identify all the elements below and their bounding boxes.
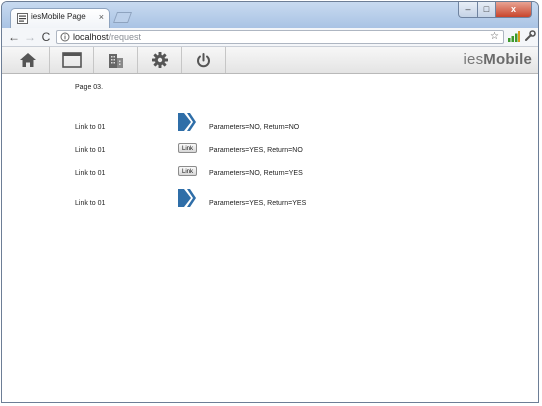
brand-prefix: ies [463,51,484,68]
link-button[interactable]: Link [178,166,198,176]
link-row: Link to 01 Parameters=YES, Return=YES [2,187,538,207]
row-link-label: Link to 01 [75,147,106,154]
back-icon[interactable]: ← [7,29,21,45]
arrow-icon[interactable] [178,188,196,208]
wrench-icon[interactable] [524,30,536,42]
brand-suffix: Mobile [483,51,532,68]
row-params: Parameters=YES, Return=NO [209,147,303,154]
link-row: Link to 01 Link Parameters=YES, Return=N… [2,142,538,162]
gear-icon [151,52,168,68]
browser-window: iesMobile Page × – □ x ← → C localhost/r… [1,1,539,403]
page-favicon-icon [17,13,28,24]
row-params: Parameters=NO, Return=YES [209,170,303,177]
minimize-button[interactable]: – [458,2,478,18]
row-params: Parameters=YES, Return=YES [209,200,307,207]
power-icon [197,52,210,67]
row-link-label: Link to 01 [75,124,106,131]
address-bar-row: ← → C localhost/request ☆ [2,28,538,47]
page-info-icon [60,32,70,42]
url-path: /request [108,32,142,42]
row-link-label: Link to 01 [75,200,106,207]
row-link-label: Link to 01 [75,170,106,177]
forward-icon[interactable]: → [23,29,37,45]
link-row: Link to 01 Parameters=NO, Return=NO [2,112,538,132]
new-tab-button[interactable] [112,12,133,23]
power-button[interactable] [182,47,226,73]
home-icon [19,53,36,67]
settings-button[interactable] [138,47,182,73]
window-button[interactable] [50,47,94,73]
buildings-button[interactable] [94,47,138,73]
browser-tab[interactable]: iesMobile Page × [10,8,110,28]
page-title: Page 03. [75,84,104,91]
link-button[interactable]: Link [178,143,198,153]
buildings-icon [108,54,123,68]
signal-icon[interactable] [508,31,520,42]
url-input[interactable]: localhost/request ☆ [56,30,504,44]
row-params: Parameters=NO, Return=NO [209,124,300,131]
maximize-button[interactable]: □ [478,2,496,18]
window-controls: – □ x [458,2,532,20]
tab-title: iesMobile Page [31,12,86,21]
star-icon[interactable]: ☆ [490,31,499,43]
app-header: iesMobile [2,47,538,74]
tab-close-icon[interactable]: × [99,11,104,23]
home-button[interactable] [6,47,50,73]
arrow-icon[interactable] [178,112,196,132]
tab-strip: iesMobile Page × – □ x [2,2,538,28]
url-host: localhost [73,32,109,42]
window-icon [61,52,82,68]
url-text: localhost/request [73,31,141,43]
link-row: Link to 01 Link Parameters=NO, Return=YE… [2,165,538,185]
brand-logo: iesMobile [464,51,532,68]
close-window-button[interactable]: x [496,2,532,18]
reload-icon[interactable]: C [39,29,53,45]
